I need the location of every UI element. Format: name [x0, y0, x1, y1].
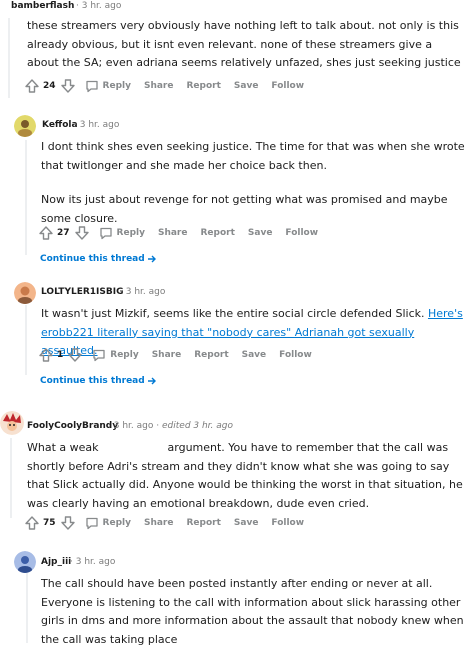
- comment-paragraph: What a weak argument. You have to rememb…: [27, 441, 463, 510]
- comment-timestamp[interactable]: · 3 hr. ago: [76, 1, 121, 11]
- avatar[interactable]: [14, 282, 36, 304]
- follow-button[interactable]: Follow: [271, 518, 304, 528]
- follow-button[interactable]: Follow: [279, 350, 312, 360]
- share-button[interactable]: Share: [158, 228, 188, 238]
- comment-body: The call should have been posted instant…: [41, 575, 467, 649]
- reply-button[interactable]: Reply: [84, 78, 131, 94]
- comment-paragraph: I dont think shes even seeking justice. …: [41, 140, 465, 172]
- thread-line[interactable]: [26, 573, 28, 643]
- comment-author[interactable]: FoolyCoolyBrandy: [27, 421, 118, 431]
- comment-paragraph: these streamers very obviously have noth…: [27, 19, 461, 69]
- continue-arrow-icon: [147, 255, 156, 263]
- save-button[interactable]: Save: [248, 228, 273, 238]
- thread-line[interactable]: [8, 18, 10, 98]
- share-button[interactable]: Share: [152, 350, 182, 360]
- comment-timestamp[interactable]: · 3 hr. ago · edited 3 hr. ago: [108, 421, 233, 431]
- edited-label: edited 3 hr. ago: [162, 421, 234, 431]
- follow-button[interactable]: Follow: [271, 81, 304, 91]
- downvote-icon[interactable]: [74, 225, 90, 241]
- follow-button[interactable]: Follow: [285, 228, 318, 238]
- save-button[interactable]: Save: [234, 81, 259, 91]
- save-button[interactable]: Save: [234, 518, 259, 528]
- save-button[interactable]: Save: [242, 350, 267, 360]
- downvote-icon[interactable]: [67, 347, 83, 363]
- upvote-icon[interactable]: [38, 225, 54, 241]
- thread-line[interactable]: [25, 305, 27, 375]
- upvote-icon[interactable]: [24, 515, 40, 531]
- comment-actions: 27 Reply Share Report Save Follow: [38, 224, 331, 242]
- continue-arrow-icon: [147, 377, 156, 385]
- downvote-icon[interactable]: [60, 78, 76, 94]
- comment-author[interactable]: Ajp_iii: [41, 557, 71, 567]
- reply-bubble-icon: [84, 515, 100, 531]
- vote-count: 1: [57, 350, 64, 360]
- avatar[interactable]: [14, 551, 36, 573]
- share-button[interactable]: Share: [144, 518, 174, 528]
- comment-author[interactable]: Keffola: [42, 120, 78, 130]
- vote-count: 27: [57, 228, 70, 238]
- comment-author[interactable]: LOLTYLER1ISBIG: [41, 287, 123, 297]
- reply-bubble-icon: [91, 347, 107, 363]
- thread-line[interactable]: [25, 140, 27, 255]
- avatar[interactable]: [14, 115, 36, 137]
- upvote-icon[interactable]: [38, 347, 54, 363]
- comment-paragraph: The call should have been posted instant…: [41, 577, 464, 646]
- comment-timestamp[interactable]: · 3 hr. ago: [120, 287, 165, 297]
- report-button[interactable]: Report: [194, 350, 228, 360]
- vote-count: 75: [43, 518, 56, 528]
- downvote-icon[interactable]: [60, 515, 76, 531]
- comment-paragraph: Now its just about revenge for not getti…: [41, 193, 448, 225]
- continue-thread-link[interactable]: Continue this thread: [40, 376, 157, 386]
- report-button[interactable]: Report: [186, 518, 220, 528]
- upvote-icon[interactable]: [24, 78, 40, 94]
- comment-actions: 1 Reply Share Report Save Follow: [38, 346, 325, 364]
- comment-body: What a weak argument. You have to rememb…: [27, 439, 467, 513]
- thread-line[interactable]: [10, 438, 12, 518]
- continue-thread-link[interactable]: Continue this thread: [40, 254, 157, 264]
- vote-count: 24: [43, 81, 56, 91]
- comment-actions: 24 Reply Share Report Save Follow: [24, 77, 317, 95]
- redacted-word: [102, 442, 165, 454]
- reply-button[interactable]: Reply: [98, 225, 145, 241]
- reply-bubble-icon: [84, 78, 100, 94]
- report-button[interactable]: Report: [186, 81, 220, 91]
- comment-body: I dont think shes even seeking justice. …: [41, 138, 467, 228]
- reply-button[interactable]: Reply: [91, 347, 139, 363]
- comment-author[interactable]: bamberflash: [11, 1, 74, 11]
- comment-body: these streamers very obviously have noth…: [27, 17, 467, 73]
- comment-timestamp[interactable]: · 3 hr. ago: [74, 120, 119, 130]
- share-button[interactable]: Share: [144, 81, 174, 91]
- comment-timestamp[interactable]: · 3 hr. ago: [70, 557, 115, 567]
- reply-bubble-icon: [98, 225, 114, 241]
- report-button[interactable]: Report: [200, 228, 234, 238]
- avatar[interactable]: [0, 411, 24, 435]
- comment-actions: 75 Reply Share Report Save Follow: [24, 514, 317, 532]
- reply-button[interactable]: Reply: [84, 515, 131, 531]
